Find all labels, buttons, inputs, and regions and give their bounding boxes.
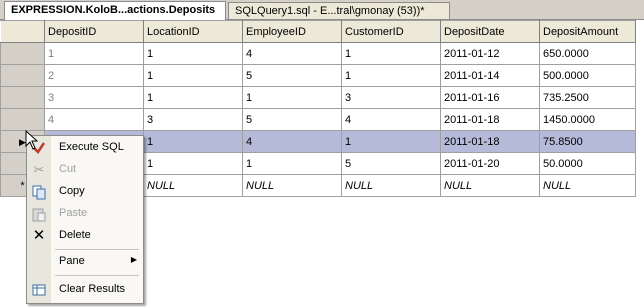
cell[interactable]: 1 xyxy=(143,152,243,175)
delete-x-icon: ✕ xyxy=(32,227,46,244)
row-header[interactable] xyxy=(0,64,45,87)
table-row[interactable]: 2 1 5 1 2011-01-14 500.0000 xyxy=(0,64,636,87)
copy-icon xyxy=(31,184,47,200)
cell[interactable]: 2011-01-16 xyxy=(440,86,540,109)
menu-item-paste[interactable]: Paste xyxy=(27,203,143,225)
column-header-depositid[interactable]: DepositID xyxy=(44,20,144,43)
cell[interactable]: NULL xyxy=(341,174,441,197)
menu-item-label: Paste xyxy=(59,207,88,219)
menu-item-pane[interactable]: Pane ▶ xyxy=(27,251,143,273)
tab-deposits-table[interactable]: EXPRESSION.KoloB...actions.Deposits xyxy=(4,1,226,20)
menu-item-label: Cut xyxy=(59,163,77,175)
cell[interactable]: 2 xyxy=(44,64,144,87)
new-row-asterisk-icon: * xyxy=(20,179,25,192)
column-header-depositamount[interactable]: DepositAmount xyxy=(539,20,636,43)
cell[interactable]: 735.2500 xyxy=(539,86,636,109)
cell[interactable]: 1 xyxy=(143,130,243,153)
cell[interactable]: 4 xyxy=(44,108,144,131)
tab-sql-query[interactable]: SQLQuery1.sql - E...tral\gmonay (53))* xyxy=(228,2,450,19)
cell[interactable]: 5 xyxy=(242,108,342,131)
menu-separator xyxy=(55,275,139,276)
table-row[interactable]: 3 1 1 3 2011-01-16 735.2500 xyxy=(0,86,636,109)
context-menu: Execute SQL ✂ Cut Copy Paste ✕ Delete Pa… xyxy=(26,135,144,304)
cell[interactable]: 3 xyxy=(44,86,144,109)
menu-item-label: Pane xyxy=(59,255,85,267)
column-header-employeeid[interactable]: EmployeeID xyxy=(242,20,342,43)
cell[interactable]: 500.0000 xyxy=(539,64,636,87)
cell[interactable]: 1 xyxy=(341,42,441,65)
cell[interactable]: 1450.0000 xyxy=(539,108,636,131)
cell[interactable]: 1 xyxy=(143,64,243,87)
scissors-icon: ✂ xyxy=(33,162,45,177)
cell[interactable]: 75.8500 xyxy=(539,130,636,153)
cell[interactable]: 1 xyxy=(242,152,342,175)
cell[interactable]: 1 xyxy=(143,42,243,65)
table-row[interactable]: 4 3 5 4 2011-01-18 1450.0000 xyxy=(0,108,636,131)
column-header-customerid[interactable]: CustomerID xyxy=(341,20,441,43)
cell[interactable]: 3 xyxy=(341,86,441,109)
menu-item-cut[interactable]: ✂ Cut xyxy=(27,159,143,181)
menu-item-copy[interactable]: Copy xyxy=(27,181,143,203)
cell[interactable]: 1 xyxy=(242,86,342,109)
cell[interactable]: 3 xyxy=(143,108,243,131)
cell[interactable]: 4 xyxy=(242,130,342,153)
clear-results-icon xyxy=(31,282,47,298)
cell[interactable]: 2011-01-20 xyxy=(440,152,540,175)
menu-item-delete[interactable]: ✕ Delete xyxy=(27,225,143,247)
cell[interactable]: 1 xyxy=(341,64,441,87)
cell[interactable]: 1 xyxy=(44,42,144,65)
cell[interactable]: NULL xyxy=(539,174,636,197)
menu-item-label: Copy xyxy=(59,185,85,197)
corner-cell[interactable] xyxy=(0,20,45,43)
submenu-arrow-icon: ▶ xyxy=(130,255,137,264)
table-row[interactable]: 1 1 4 1 2011-01-12 650.0000 xyxy=(0,42,636,65)
cell[interactable]: NULL xyxy=(242,174,342,197)
menu-item-execute-sql[interactable]: Execute SQL xyxy=(27,137,143,159)
row-header[interactable] xyxy=(0,108,45,131)
menu-item-label: Execute SQL xyxy=(59,141,124,153)
row-header[interactable] xyxy=(0,86,45,109)
row-header[interactable] xyxy=(0,42,45,65)
cell[interactable]: NULL xyxy=(440,174,540,197)
cell[interactable]: 4 xyxy=(242,42,342,65)
cell[interactable]: 2011-01-18 xyxy=(440,108,540,131)
cell[interactable]: 2011-01-18 xyxy=(440,130,540,153)
cell[interactable]: 5 xyxy=(341,152,441,175)
header-row: DepositID LocationID EmployeeID Customer… xyxy=(0,20,636,43)
column-header-depositdate[interactable]: DepositDate xyxy=(440,20,540,43)
column-header-locationid[interactable]: LocationID xyxy=(143,20,243,43)
cell[interactable]: 1 xyxy=(341,130,441,153)
menu-separator xyxy=(55,249,139,250)
cell[interactable]: NULL xyxy=(143,174,243,197)
paste-icon xyxy=(31,206,47,222)
cell[interactable]: 5 xyxy=(242,64,342,87)
mouse-pointer-icon xyxy=(25,130,39,150)
menu-item-label: Clear Results xyxy=(59,283,126,295)
cell[interactable]: 2011-01-12 xyxy=(440,42,540,65)
cell[interactable]: 1 xyxy=(143,86,243,109)
cell[interactable]: 50.0000 xyxy=(539,152,636,175)
cell[interactable]: 2011-01-14 xyxy=(440,64,540,87)
menu-item-clear-results[interactable]: Clear Results xyxy=(27,279,143,301)
cell[interactable]: 4 xyxy=(341,108,441,131)
cell[interactable]: 650.0000 xyxy=(539,42,636,65)
tab-strip: EXPRESSION.KoloB...actions.Deposits SQLQ… xyxy=(0,0,644,20)
menu-item-label: Delete xyxy=(59,229,91,241)
